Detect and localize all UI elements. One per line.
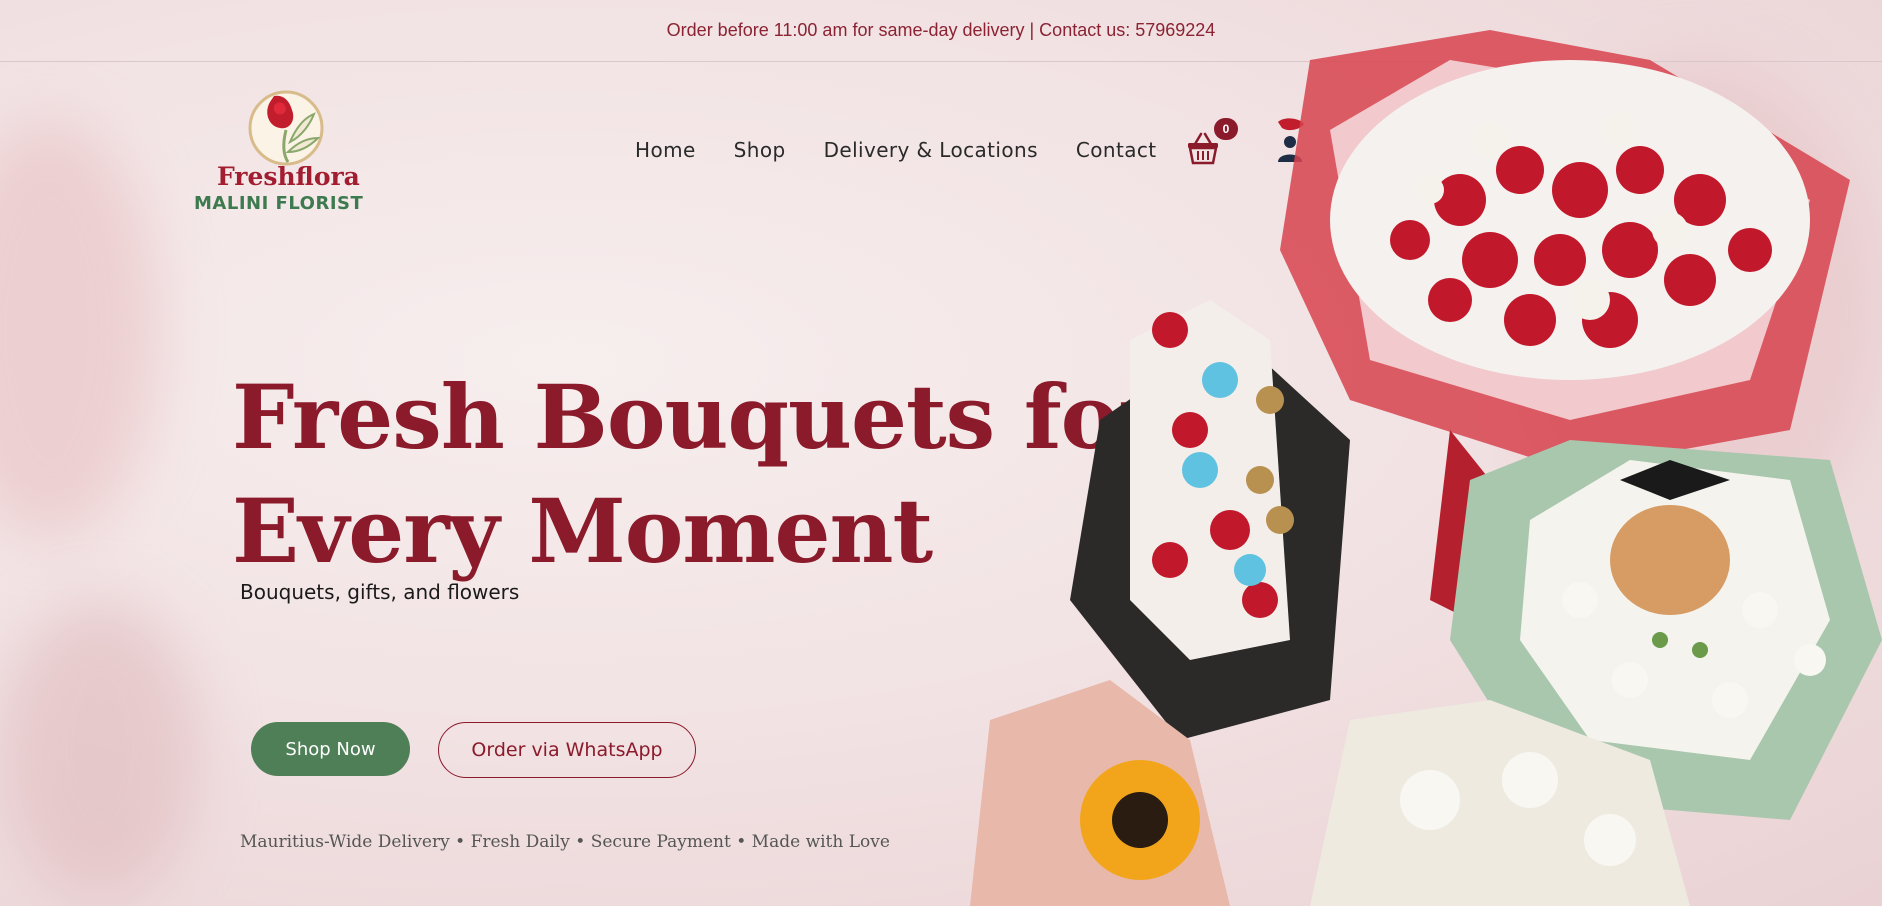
features-strip: Mauritius-Wide Delivery • Fresh Daily • … — [240, 832, 890, 852]
hero-headline-line2: Every Moment — [232, 479, 933, 583]
hero-subline: Bouquets, gifts, and flowers — [240, 580, 520, 604]
logo-subtitle: MALINI FLORIST — [194, 193, 364, 214]
background-blur — [0, 600, 200, 900]
nav-home[interactable]: Home — [635, 138, 696, 162]
nav-shop[interactable]: Shop — [734, 138, 786, 162]
background-blur — [0, 120, 160, 540]
shop-now-button[interactable]: Shop Now — [251, 722, 410, 776]
whatsapp-order-button[interactable]: Order via WhatsApp — [438, 722, 696, 778]
logo-name: Freshflora — [217, 162, 360, 191]
bouquets-image — [970, 30, 1882, 906]
rose-logo-icon — [248, 90, 324, 166]
